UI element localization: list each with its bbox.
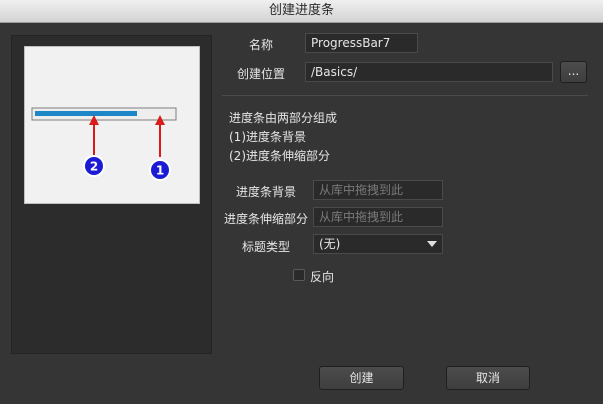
cancel-button[interactable]: 取消 (446, 366, 530, 390)
browse-button[interactable]: ... (560, 61, 587, 83)
window-titlebar: 创建进度条 (0, 0, 603, 23)
preview-svg: 1 2 (31, 107, 177, 181)
progressbar-preview-image: 1 2 (24, 46, 200, 204)
stretch-field-label: 进度条伸缩部分 (224, 212, 309, 226)
info-line-3: (2)进度条伸缩部分 (229, 149, 330, 163)
title-type-select[interactable]: (无) (313, 234, 443, 254)
name-label: 名称 (249, 38, 274, 52)
stretch-dropzone[interactable]: 从库中拖拽到此 (313, 207, 443, 227)
title-type-label: 标题类型 (242, 240, 291, 254)
window-title: 创建进度条 (268, 3, 334, 18)
info-line-2: (1)进度条背景 (229, 130, 306, 144)
background-field-label: 进度条背景 (236, 185, 297, 199)
marker-2-label: 2 (90, 160, 98, 174)
name-input[interactable]: ProgressBar7 (305, 33, 418, 53)
location-input[interactable]: /Basics/ (305, 62, 553, 82)
info-line-1: 进度条由两部分组成 (229, 111, 338, 125)
reverse-checkbox[interactable] (293, 269, 305, 281)
marker-1-label: 1 (156, 164, 164, 178)
title-type-value: (无) (319, 237, 341, 251)
background-dropzone[interactable]: 从库中拖拽到此 (313, 180, 443, 200)
chevron-down-icon (427, 241, 437, 247)
location-label: 创建位置 (237, 67, 286, 81)
create-button[interactable]: 创建 (319, 366, 404, 390)
section-divider (222, 95, 588, 96)
preview-fill (35, 111, 137, 116)
reverse-label: 反向 (310, 270, 335, 284)
